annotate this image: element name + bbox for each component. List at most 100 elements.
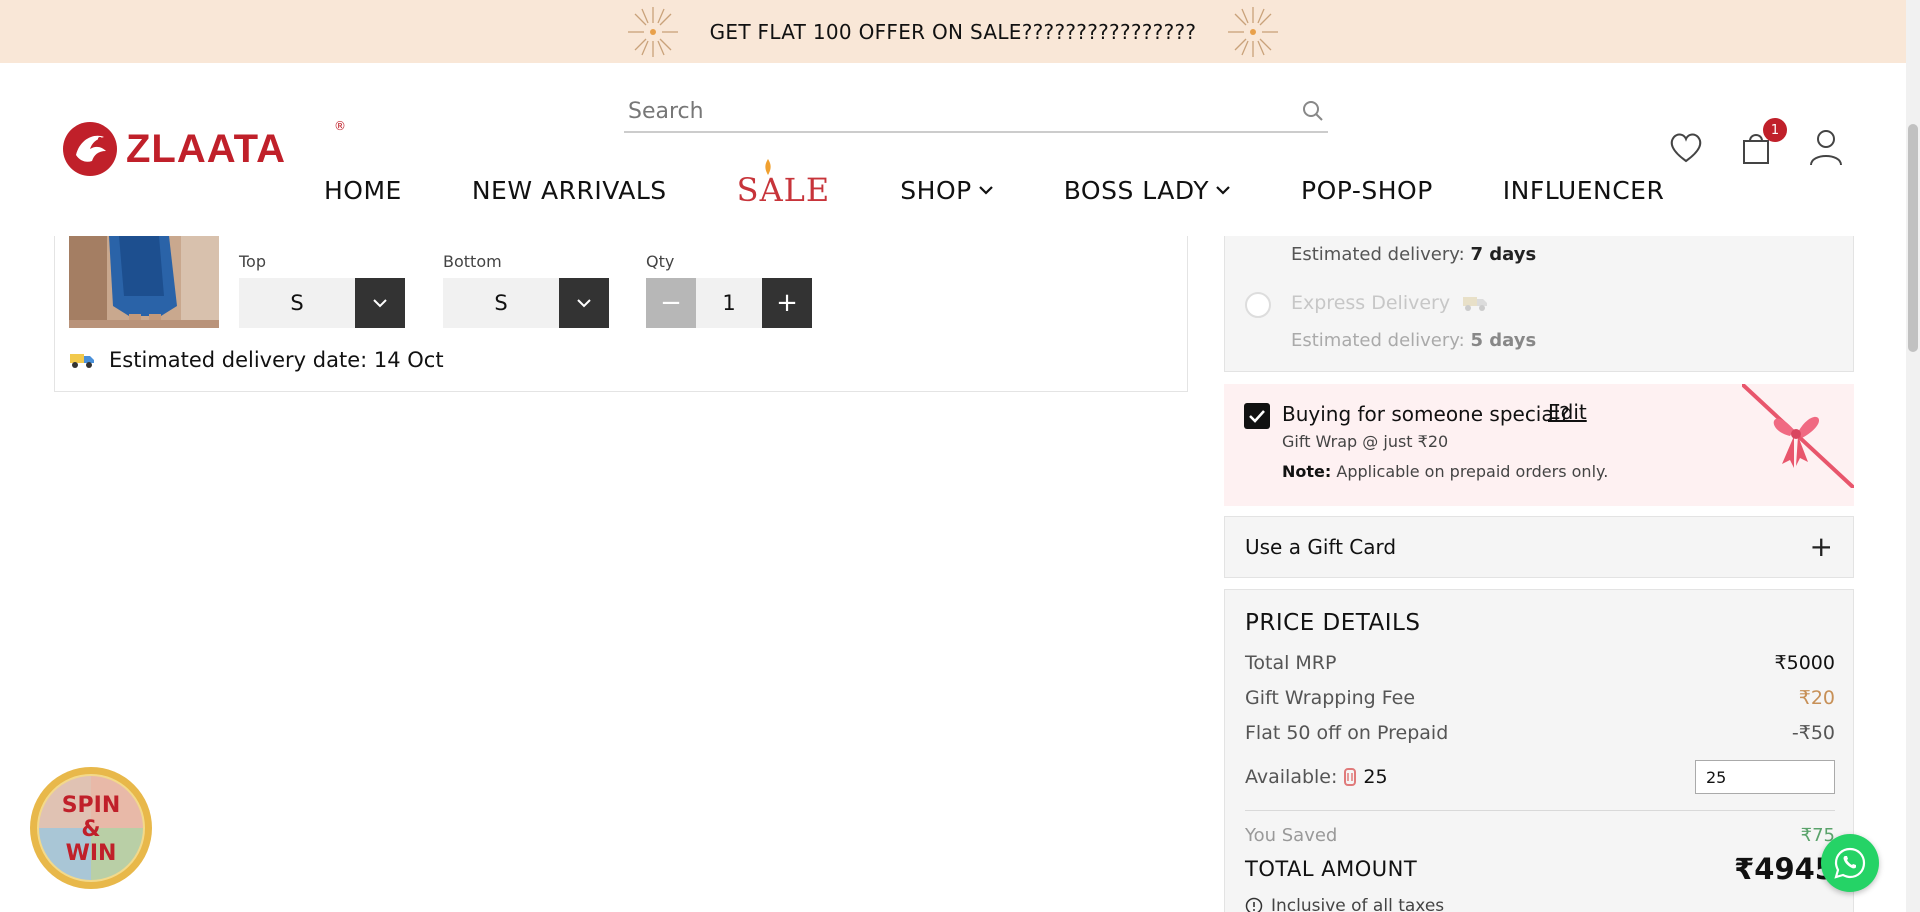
coins-available-value: 25 xyxy=(1363,766,1388,788)
nav-sale[interactable]: SALE xyxy=(736,159,831,209)
whatsapp-icon xyxy=(1834,847,1866,879)
gift-wrap-panel: Buying for someone special? Edit Gift Wr… xyxy=(1224,384,1854,506)
nav-influencer[interactable]: INFLUENCER xyxy=(1503,176,1665,205)
whatsapp-chat-button[interactable] xyxy=(1821,834,1879,892)
price-details-panel: PRICE DETAILS Total MRP ₹5000 Gift Wrapp… xyxy=(1224,589,1854,912)
chevron-down-icon[interactable] xyxy=(559,278,609,328)
search-input[interactable] xyxy=(628,98,1228,124)
qty-increase-button[interactable]: + xyxy=(762,278,812,328)
gift-wrap-checkbox[interactable] xyxy=(1244,403,1270,429)
express-delivery-option[interactable]: Express Delivery xyxy=(1291,292,1488,314)
express-delivery-estimate: Estimated delivery: 5 days xyxy=(1291,330,1536,351)
price-row-prepaid-discount: Flat 50 off on Prepaid -₹50 xyxy=(1245,722,1835,744)
express-est-value: 5 days xyxy=(1470,330,1537,351)
price-row-value: ₹5000 xyxy=(1774,652,1835,674)
main-nav: HOME NEW ARRIVALS SALE SHOP BOSS LADY PO… xyxy=(324,159,1734,209)
nav-label: POP-SHOP xyxy=(1301,175,1433,205)
total-row: TOTAL AMOUNT ₹4945 xyxy=(1245,852,1835,886)
announcement-text: GET FLAT 100 OFFER ON SALE??????????????… xyxy=(709,19,1197,44)
user-account-icon[interactable] xyxy=(1806,127,1846,167)
cart-count-badge: 1 xyxy=(1763,118,1787,142)
sparkle-icon xyxy=(1228,6,1279,57)
divider xyxy=(1245,810,1835,811)
gift-card-accordion[interactable]: Use a Gift Card + xyxy=(1224,516,1854,578)
chevron-down-icon[interactable] xyxy=(355,278,405,328)
nav-shop[interactable]: SHOP xyxy=(900,176,993,205)
qty-value: 1 xyxy=(696,278,762,328)
express-est-label: Estimated delivery: xyxy=(1291,330,1465,351)
gift-ribbon-icon xyxy=(1742,384,1854,488)
top-size-select[interactable]: S xyxy=(239,278,405,328)
price-row-label: Total MRP xyxy=(1245,652,1337,674)
sparkle-icon xyxy=(627,6,678,57)
saved-row: You Saved ₹75 xyxy=(1245,825,1835,846)
checkmark-icon xyxy=(1249,410,1265,423)
price-row-label: Gift Wrapping Fee xyxy=(1245,687,1416,709)
brand-logo[interactable]: ZLAATA ® xyxy=(62,119,346,177)
saved-label: You Saved xyxy=(1245,825,1338,846)
gift-wrap-note: Note: Applicable on prepaid orders only. xyxy=(1282,462,1608,481)
coins-row: Available: 25 xyxy=(1245,760,1835,794)
flame-icon xyxy=(765,159,771,175)
site-header: ZLAATA ® HOME NEW ARRIVALS SALE SHOP BOS… xyxy=(0,63,1906,236)
total-label: TOTAL AMOUNT xyxy=(1245,857,1418,881)
coin-icon xyxy=(1344,768,1357,786)
page-scrollbar[interactable] xyxy=(1906,0,1920,912)
estimated-delivery-text: Estimated delivery date: 14 Oct xyxy=(109,348,444,372)
coins-redeem-input[interactable] xyxy=(1695,760,1835,794)
qty-stepper: − 1 + xyxy=(646,278,812,328)
nav-label: INFLUENCER xyxy=(1502,175,1665,205)
nav-home[interactable]: HOME xyxy=(324,176,402,205)
tax-note-row: Inclusive of all taxes xyxy=(1245,896,1444,912)
standard-est-label: Estimated delivery: xyxy=(1291,244,1465,265)
top-size-label: Top xyxy=(239,252,266,271)
express-delivery-radio[interactable] xyxy=(1245,292,1271,318)
bottom-size-select[interactable]: S xyxy=(443,278,609,328)
nav-label: SHOP xyxy=(900,175,972,205)
bottom-size-value: S xyxy=(443,278,559,328)
spin-win-line3: WIN xyxy=(66,841,117,866)
price-row-label: Flat 50 off on Prepaid xyxy=(1245,722,1449,744)
nav-label: SALE xyxy=(736,171,831,209)
price-row-gift-wrap: Gift Wrapping Fee ₹20 xyxy=(1245,687,1835,709)
product-thumbnail[interactable] xyxy=(69,236,219,328)
announcement-bar: GET FLAT 100 OFFER ON SALE??????????????… xyxy=(0,0,1906,63)
logo-text: ZLAATA xyxy=(126,126,287,171)
registered-mark: ® xyxy=(334,119,346,133)
qty-label: Qty xyxy=(646,252,675,271)
delivery-truck-icon xyxy=(1463,297,1488,311)
wishlist-heart-icon[interactable] xyxy=(1666,127,1706,167)
standard-delivery-estimate: Estimated delivery: 7 days xyxy=(1291,244,1536,265)
plus-icon[interactable]: + xyxy=(1810,533,1833,561)
standard-est-value: 7 days xyxy=(1470,244,1537,265)
gift-wrap-title: Buying for someone special? xyxy=(1282,402,1570,426)
delivery-truck-icon xyxy=(70,354,94,368)
price-row-value: ₹20 xyxy=(1798,687,1835,709)
total-value: ₹4945 xyxy=(1734,852,1835,886)
nav-new-arrivals[interactable]: NEW ARRIVALS xyxy=(472,176,667,205)
coins-available: Available: 25 xyxy=(1245,766,1388,788)
nav-pop-shop[interactable]: POP-SHOP xyxy=(1301,176,1433,205)
search-bar xyxy=(624,91,1328,133)
gift-card-label: Use a Gift Card xyxy=(1245,535,1397,559)
nav-label: HOME xyxy=(324,175,402,205)
gift-wrap-note-text: Applicable on prepaid orders only. xyxy=(1336,462,1609,481)
spin-and-win-widget[interactable]: SPIN & WIN xyxy=(29,766,153,890)
nav-boss-lady[interactable]: BOSS LADY xyxy=(1064,176,1231,205)
chevron-down-icon xyxy=(978,186,993,195)
qty-decrease-button[interactable]: − xyxy=(646,278,696,328)
logo-bird-icon xyxy=(63,122,117,176)
spin-win-line2: & xyxy=(81,817,100,842)
gift-wrap-edit-link[interactable]: Edit xyxy=(1548,400,1587,424)
estimated-delivery-row: Estimated delivery date: 14 Oct xyxy=(69,348,444,372)
scrollbar-thumb[interactable] xyxy=(1908,124,1918,352)
price-details-title: PRICE DETAILS xyxy=(1245,610,1421,636)
gift-wrap-note-label: Note: xyxy=(1282,462,1332,481)
info-icon xyxy=(1245,897,1263,912)
tax-note-text: Inclusive of all taxes xyxy=(1271,896,1445,912)
price-row-mrp: Total MRP ₹5000 xyxy=(1245,652,1835,674)
search-icon[interactable] xyxy=(1302,100,1324,122)
price-row-value: -₹50 xyxy=(1791,722,1835,744)
chevron-down-icon xyxy=(1216,186,1230,195)
coins-available-label: Available: xyxy=(1245,766,1338,788)
